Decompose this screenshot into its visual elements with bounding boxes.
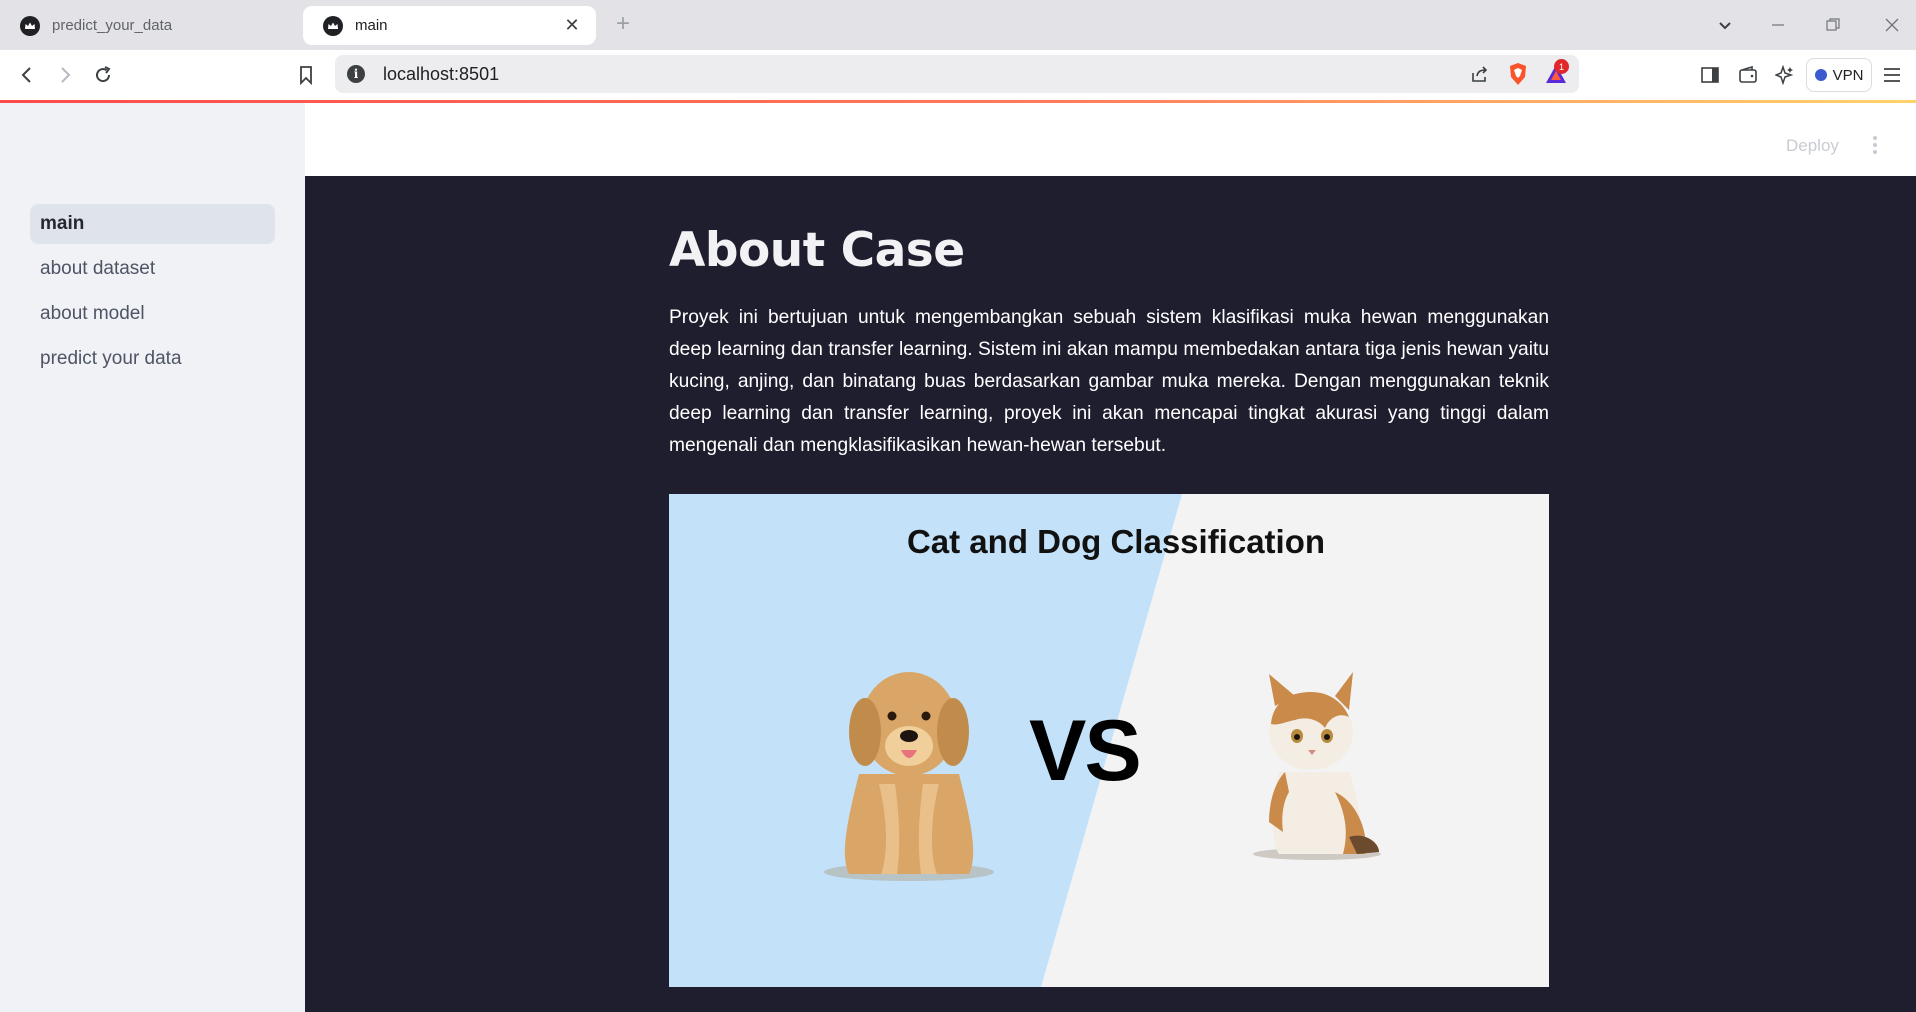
notification-badge: 1 [1554, 59, 1569, 74]
page-description: Proyek ini bertujuan untuk mengembangkan… [669, 307, 1549, 456]
url-text[interactable]: localhost:8501 [383, 64, 1465, 85]
tab-title: predict_your_data [52, 17, 173, 34]
browser-tab-main[interactable]: main ✕ [303, 6, 596, 45]
sidebar-item-main[interactable]: main [30, 204, 275, 244]
close-tab-icon[interactable]: ✕ [562, 15, 582, 36]
sidebar-toggle-icon[interactable] [1695, 60, 1725, 90]
sidebar: main about dataset about model predict y… [0, 103, 305, 1012]
back-arrow-icon[interactable] [12, 60, 42, 90]
reload-icon[interactable] [88, 60, 118, 90]
sidebar-item-predict-your-data[interactable]: predict your data [30, 339, 275, 379]
leo-ai-icon[interactable] [1770, 60, 1800, 90]
share-icon[interactable] [1465, 59, 1495, 89]
app-header: Deploy [305, 103, 1916, 176]
deploy-button[interactable]: Deploy [1786, 136, 1839, 156]
image-title: Cat and Dog Classification [906, 523, 1326, 560]
cat-dog-classification-image: Cat and Dog Classification VS [669, 494, 1549, 987]
streamlit-crown-icon [20, 15, 40, 36]
page-content: About Case Proyek ini bertujuan untuk me… [669, 223, 1549, 462]
sidebar-item-about-dataset[interactable]: about dataset [30, 249, 275, 289]
brave-shields-icon[interactable] [1503, 59, 1533, 89]
new-tab-plus-icon[interactable]: + [612, 12, 634, 38]
tab-search-chevron-icon[interactable] [1710, 10, 1740, 40]
forward-arrow-icon[interactable] [50, 60, 80, 90]
main-menu-kebab-icon[interactable] [1869, 133, 1881, 157]
bookmark-icon[interactable] [291, 60, 321, 90]
vs-text: VS [1029, 703, 1142, 799]
restore-window-icon[interactable] [1818, 10, 1848, 40]
vpn-button[interactable]: VPN [1806, 58, 1872, 92]
vpn-label: VPN [1832, 66, 1864, 84]
dog-illustration [824, 672, 994, 881]
streamlit-crown-icon [323, 15, 343, 36]
address-bar[interactable]: i localhost:8501 1 [335, 55, 1579, 93]
cat-illustration [1253, 672, 1381, 860]
page-title: About Case [669, 223, 965, 278]
brave-rewards-icon[interactable]: 1 [1541, 59, 1571, 89]
minimize-window-icon[interactable] [1763, 10, 1793, 40]
sidebar-item-about-model[interactable]: about model [30, 294, 275, 334]
close-window-icon[interactable] [1877, 10, 1907, 40]
main-content: Deploy About Case Proyek ini bertujuan u… [305, 103, 1916, 1012]
browser-tab-strip: predict_your_data main ✕ + [0, 0, 1916, 50]
browser-toolbar: i localhost:8501 1 VPN [0, 50, 1916, 100]
vpn-status-icon [1814, 69, 1827, 81]
site-info-icon[interactable]: i [347, 65, 365, 83]
browser-tab-predict-your-data[interactable]: predict_your_data [0, 6, 298, 45]
wallet-icon[interactable] [1733, 60, 1763, 90]
menu-hamburger-icon[interactable] [1877, 60, 1907, 90]
tab-title: main [355, 17, 388, 34]
sidebar-nav: main about dataset about model predict y… [30, 204, 275, 384]
